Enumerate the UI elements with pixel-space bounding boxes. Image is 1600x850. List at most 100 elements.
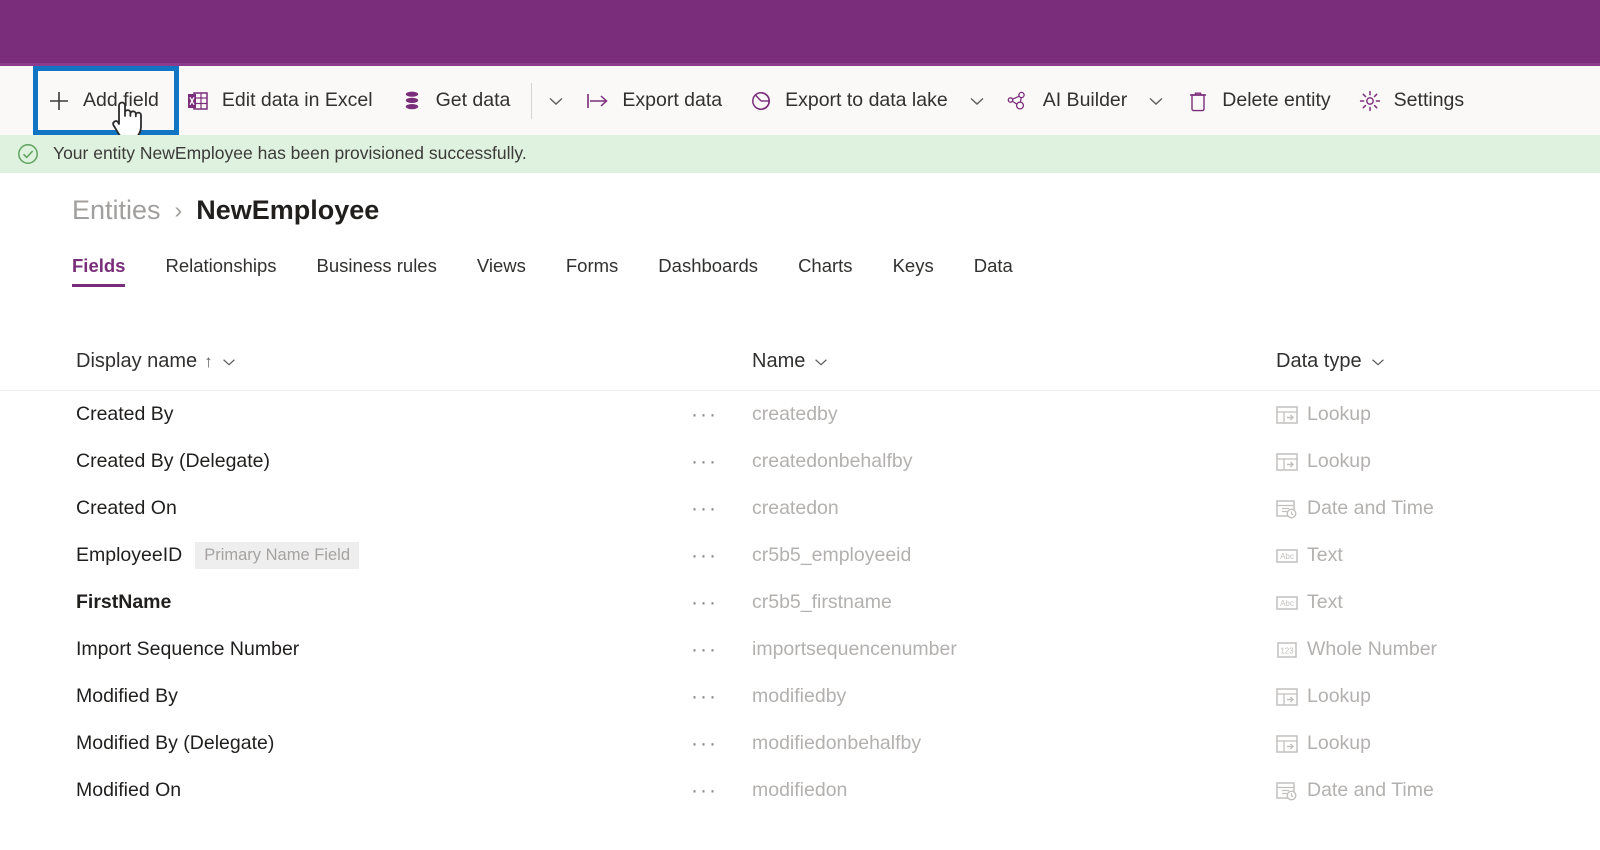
cell-data-type: Date and Time [1276,779,1576,802]
data-type-label: Date and Time [1307,497,1434,519]
row-more-options-icon[interactable]: ··· [691,498,718,519]
cell-data-type: Lookup [1276,732,1576,755]
tab-forms[interactable]: Forms [546,255,638,287]
table-row[interactable]: Created By (Delegate) ··· createdonbehalfb… [0,438,1600,485]
column-header-name[interactable]: Name [752,350,1276,373]
field-display-name: EmployeeID [76,544,183,566]
row-more-options-icon[interactable]: ··· [691,404,718,425]
table-row[interactable]: FirstName ··· cr5b5_firstname Abc Text [0,579,1600,626]
cell-data-type: Lookup [1276,450,1576,473]
cell-display-name: Created By ··· [76,403,752,426]
number-icon: 123 [1276,639,1298,661]
plus-icon [46,88,72,114]
table-row[interactable]: Created On ··· createdon Date and Time [0,485,1600,532]
delete-entity-button[interactable]: Delete entity [1172,67,1343,135]
cell-logical-name: importsequencenumber [752,638,957,660]
breadcrumb: Entities › NewEmployee [72,195,379,226]
notification-message: Your entity NewEmployee has been provisi… [53,143,527,164]
export-to-data-lake-chevron[interactable] [961,67,993,135]
row-more-options-icon[interactable]: ··· [691,686,718,707]
field-display-name: Modified By [76,685,178,707]
svg-text:Abc: Abc [1280,552,1294,561]
chevron-down-icon[interactable] [1369,353,1387,371]
cell-display-name: Created By (Delegate) ··· [76,450,752,473]
ai-builder-icon [1006,88,1032,114]
tab-keys[interactable]: Keys [873,255,954,287]
data-type-label: Lookup [1307,685,1371,707]
get-data-overflow-chevron[interactable] [540,67,572,135]
primary-name-field-badge: Primary Name Field [195,541,359,570]
chevron-down-icon [549,97,563,105]
table-row[interactable]: Modified By (Delegate) ··· modifiedonbehal… [0,720,1600,767]
delete-entity-label: Delete entity [1222,88,1331,111]
trash-icon [1185,88,1211,114]
excel-icon [185,88,211,114]
edit-data-in-excel-label: Edit data in Excel [221,88,373,111]
cell-display-name: Created On ··· [76,497,752,520]
table-row[interactable]: Import Sequence Number ··· importsequencen… [0,626,1600,673]
cell-display-name: Modified By ··· [76,685,752,708]
export-data-button[interactable]: Export data [572,67,735,135]
page-title: NewEmployee [196,195,380,225]
chevron-down-icon[interactable] [812,353,830,371]
add-field-button[interactable]: Add field [33,67,172,135]
settings-button[interactable]: Settings [1344,67,1477,135]
table-row[interactable]: EmployeeID Primary Name Field ··· cr5b5_emp… [0,532,1600,579]
data-type-label: Whole Number [1307,638,1438,660]
tab-relationships[interactable]: Relationships [145,255,296,287]
data-type-label: Lookup [1307,450,1371,472]
chevron-down-icon[interactable] [220,353,238,371]
row-more-options-icon[interactable]: ··· [691,733,718,754]
column-header-display-name[interactable]: Display name ↑ [76,350,752,373]
edit-data-in-excel-button[interactable]: Edit data in Excel [172,67,386,135]
app-header-bar [0,0,1600,66]
table-header-row: Display name ↑ Name Data type [0,333,1600,391]
field-display-name: FirstName [76,591,172,613]
export-to-data-lake-button[interactable]: Export to data lake [735,67,961,135]
field-display-name: Modified On [76,779,182,801]
get-data-label: Get data [435,88,511,111]
table-row[interactable]: Created By ··· createdby Lookup [0,391,1600,438]
cell-data-type: Lookup [1276,685,1576,708]
svg-text:Abc: Abc [1280,599,1294,608]
cell-logical-name: createdon [752,497,839,519]
row-more-options-icon[interactable]: ··· [691,639,718,660]
column-header-data-type[interactable]: Data type [1276,350,1576,373]
column-header-name-label: Name [752,350,806,372]
settings-label: Settings [1393,88,1465,111]
tab-dashboards[interactable]: Dashboards [638,255,778,287]
command-toolbar: Add field Edit data in Excel Get data Ex… [0,66,1600,135]
row-more-options-icon[interactable]: ··· [691,545,718,566]
text-icon: Abc [1276,545,1298,567]
row-more-options-icon[interactable]: ··· [691,780,718,801]
tab-keys-label: Keys [892,255,934,276]
cell-display-name: FirstName ··· [76,591,752,614]
field-display-name: Created By (Delegate) [76,450,271,472]
toolbar-divider [531,82,533,119]
get-data-button[interactable]: Get data [386,67,524,135]
gear-icon [1357,88,1383,114]
tab-data-label: Data [973,255,1013,276]
field-display-name: Import Sequence Number [76,638,300,660]
tab-charts[interactable]: Charts [778,255,873,287]
data-type-label: Date and Time [1307,779,1434,801]
ai-builder-button[interactable]: AI Builder [993,67,1141,135]
row-more-options-icon[interactable]: ··· [691,451,718,472]
database-icon [399,88,425,114]
tab-views[interactable]: Views [457,255,546,287]
text-icon: Abc [1276,592,1298,614]
tab-data[interactable]: Data [954,255,1033,287]
tab-fields[interactable]: Fields [72,255,145,287]
cell-data-type: 123 Whole Number [1276,638,1576,661]
tab-business-rules[interactable]: Business rules [297,255,457,287]
tab-business-rules-label: Business rules [316,255,437,276]
breadcrumb-entities-link[interactable]: Entities [72,195,161,226]
datetime-icon [1276,498,1298,520]
row-more-options-icon[interactable]: ··· [691,592,718,613]
cell-logical-name: createdonbehalfby [752,450,913,472]
table-row[interactable]: Modified On ··· modifiedon Date and Time [0,767,1600,814]
cell-logical-name: modifiedon [752,779,848,801]
tab-fields-label: Fields [72,255,126,276]
ai-builder-chevron[interactable] [1140,67,1172,135]
table-row[interactable]: Modified By ··· modifiedby Lookup [0,673,1600,720]
